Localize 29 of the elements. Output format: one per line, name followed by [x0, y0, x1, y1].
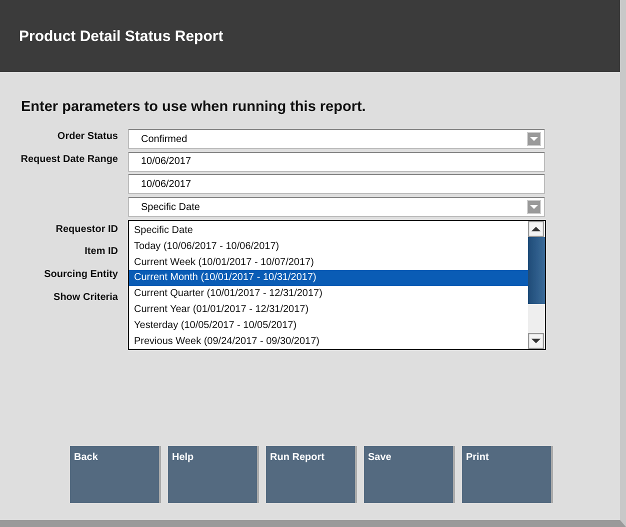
date-input-field[interactable]: 10/06/2017	[128, 174, 545, 194]
instructions-text: Enter parameters to use when running this report.	[21, 99, 367, 115]
scrollbar[interactable]	[528, 220, 545, 349]
dropdown-field[interactable]: Specific Date	[128, 197, 545, 218]
field-label: Sourcing Entity	[44, 269, 118, 280]
action-button[interactable]: Print	[462, 446, 553, 503]
dropdown-option[interactable]: Previous Week (09/24/2017 - 09/30/2017)	[129, 334, 528, 350]
dropdown-option[interactable]: Current Week (10/01/2017 - 10/07/2017)	[129, 254, 528, 270]
field-label: Requestor ID	[56, 224, 118, 235]
field-label: Request Date Range	[20, 154, 118, 165]
field-label: Show Criteria	[54, 292, 118, 303]
dropdown-option[interactable]: Current Quarter (10/01/2017 - 12/31/2017)	[129, 286, 528, 302]
dropdown-option[interactable]: Yesterday (10/05/2017 - 10/05/2017)	[129, 318, 528, 334]
scrollbar-thumb[interactable]	[528, 236, 545, 304]
date-input-field[interactable]: 10/06/2017	[128, 152, 545, 172]
dropdown-option[interactable]: Today (10/06/2017 - 10/06/2017)	[129, 238, 528, 255]
window-title: Product Detail Status Report	[19, 28, 224, 44]
action-button[interactable]: Save	[364, 446, 455, 503]
dropdown-option[interactable]: Current Month (10/01/2017 - 10/31/2017)	[129, 270, 528, 286]
action-button[interactable]: Run Report	[266, 446, 357, 503]
action-button[interactable]: Back	[70, 446, 161, 503]
scroll-down-icon[interactable]	[528, 332, 544, 349]
field-label: Order Status	[57, 131, 118, 142]
dropdown-option[interactable]: Specific Date	[129, 222, 528, 239]
dropdown-field[interactable]: Confirmed	[128, 129, 545, 149]
scroll-up-icon[interactable]	[528, 220, 544, 237]
action-button[interactable]: Help	[168, 446, 259, 503]
dropdown-option[interactable]: Current Year (01/01/2017 - 12/31/2017)	[129, 302, 528, 318]
field-label: Item ID	[84, 246, 118, 258]
